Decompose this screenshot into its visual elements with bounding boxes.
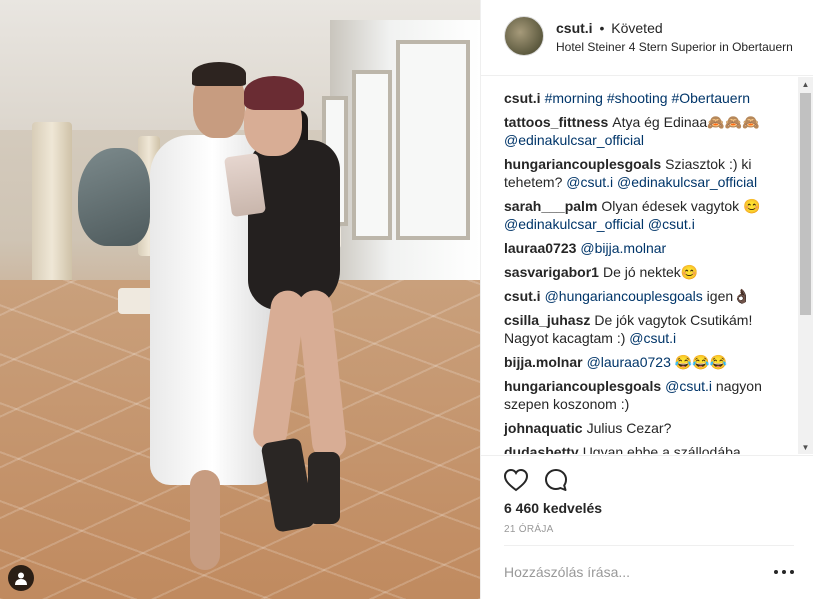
scroll-up-arrow-icon[interactable]: ▲ [798,77,813,91]
post-photo[interactable] [0,0,480,599]
comments-scrollbar[interactable]: ▲ ▼ [798,77,813,454]
comment-username[interactable]: hungariancouplesgoals [504,378,661,394]
comment-link[interactable]: @csut.i [665,378,712,394]
photo-beanie [244,76,304,110]
comment-link[interactable]: @edinakulcsar_official [504,132,644,148]
header-separator: • [599,20,605,36]
comment-text: Julius Cezar? [586,420,672,436]
comment-text: Olyan édesek vagytok 😊 [601,198,761,214]
comment-item: tattoos_fittness Atya ég Edinaa🙈🙈🙈 @edina… [504,113,784,149]
comment-link[interactable]: @hungariancouplesgoals [545,288,703,304]
comment-item: csilla_juhasz De jók vagytok Csutikám! Na… [504,311,784,347]
comment-text: Atya ég Edinaa🙈🙈🙈 [612,114,760,130]
heart-outline-icon[interactable] [502,466,530,494]
comment-text: De jó nektek😊 [602,264,699,280]
post-header: csut.i • Követed Hotel Steiner 4 Stern S… [481,0,813,76]
comment-text: igen👌🏿 [702,288,751,304]
comment-text: Ugyan ebbe a szállodába [582,444,741,454]
comment-username[interactable]: csut.i [504,90,541,106]
comment-item: csut.i @hungariancouplesgoals igen👌🏿 [504,287,784,305]
comment-input[interactable] [504,560,754,584]
comment-username[interactable]: csilla_juhasz [504,312,590,328]
header-user-line: csut.i • Követed [556,20,663,36]
scroll-down-arrow-icon[interactable]: ▼ [798,440,813,454]
comment-item: lauraa0723 @bijja.molnar [504,239,784,257]
comment-username[interactable]: csut.i [504,288,541,304]
scroll-thumb[interactable] [800,93,811,315]
likes-count[interactable]: 6 460 kedvelés [504,500,602,516]
comment-link[interactable]: @edinakulcsar_official @csut.i [504,216,695,232]
comments-list: csut.i #morning #shooting #Obertauern tatt… [481,77,798,454]
photo-woman-swimsuit [248,140,340,310]
comment-link[interactable]: @csut.i [629,330,676,346]
photo-man-leg [190,470,220,570]
comment-item: sasvarigabor1 De jó nektek😊 [504,263,784,281]
comment-item: sarah___palm Olyan édesek vagytok 😊 @edin… [504,197,784,233]
add-comment-bar [504,545,794,599]
photo-window [396,40,470,240]
more-options-icon[interactable] [774,564,794,580]
person-tag-icon[interactable] [8,565,34,591]
comment-item: csut.i #morning #shooting #Obertauern [504,89,784,107]
post-sidebar: csut.i • Követed Hotel Steiner 4 Stern S… [480,0,813,599]
comment-item: bijja.molnar @lauraa0723 😂😂😂 [504,353,784,371]
location-link[interactable]: Hotel Steiner 4 Stern Superior in Oberta… [556,40,793,54]
comment-item: dudasbetty Ugyan ebbe a szállodába [504,443,784,454]
comment-username[interactable]: sasvarigabor1 [504,264,599,280]
comment-link[interactable]: @csut.i @edinakulcsar_official [566,174,757,190]
comment-link[interactable]: @lauraa0723 [587,354,671,370]
comment-item: johnaquatic Julius Cezar? [504,419,784,437]
speech-bubble-icon[interactable] [542,466,570,494]
post-timestamp[interactable]: 21 ÓRÁJA [504,524,554,535]
photo-statue [78,148,150,246]
post-actions: 6 460 kedvelés 21 ÓRÁJA [481,455,813,545]
comment-username[interactable]: hungariancouplesgoals [504,156,661,172]
comment-username[interactable]: johnaquatic [504,420,583,436]
comment-username[interactable]: lauraa0723 [504,240,576,256]
comment-item: hungariancouplesgoals Sziasztok :) ki teh… [504,155,784,191]
comment-text: 😂😂😂 [670,354,728,370]
comment-username[interactable]: tattoos_fittness [504,114,608,130]
photo-boot [308,452,340,524]
photo-window [352,70,392,240]
comment-link[interactable]: @bijja.molnar [580,240,666,256]
header-username[interactable]: csut.i [556,20,593,36]
photo-man-hair [192,62,246,86]
comment-item: hungariancouplesgoals @csut.i nagyon szep… [504,377,784,413]
comment-username[interactable]: sarah___palm [504,198,597,214]
photo-pillar [32,122,72,292]
comment-username[interactable]: bijja.molnar [504,354,583,370]
follow-status-button[interactable]: Követed [611,20,662,36]
comment-username[interactable]: dudasbetty [504,444,579,454]
comment-link[interactable]: #morning #shooting #Obertauern [545,90,750,106]
avatar[interactable] [504,16,544,56]
